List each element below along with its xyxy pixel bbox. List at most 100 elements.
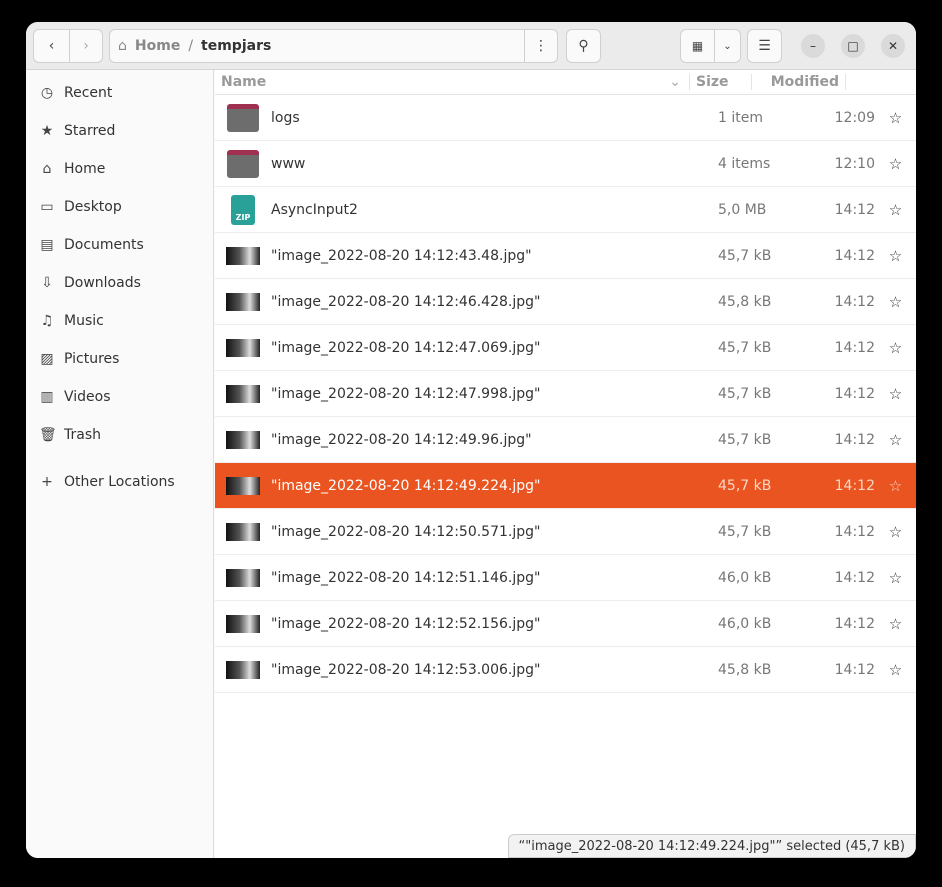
- file-size: 45,7 kB: [718, 477, 772, 494]
- sidebar-item-label: Starred: [64, 123, 116, 139]
- sidebar-item-label: Recent: [64, 85, 113, 101]
- file-modified: 14:12: [834, 523, 875, 540]
- forward-button[interactable]: ›: [69, 29, 103, 63]
- star-icon[interactable]: ☆: [875, 155, 916, 173]
- star-icon[interactable]: ☆: [875, 109, 916, 127]
- file-modified: 14:12: [834, 201, 875, 218]
- sidebar-item-downloads[interactable]: ⇩ Downloads: [26, 264, 213, 302]
- size-column-header[interactable]: Size: [690, 74, 752, 90]
- file-name: "image_2022-08-20 14:12:52.156.jpg": [271, 615, 541, 632]
- view-options-button[interactable]: ⌄: [714, 29, 741, 63]
- breadcrumb-separator: /: [188, 38, 194, 54]
- file-row[interactable]: "image_2022-08-20 14:12:46.428.jpg" 45,8 …: [215, 279, 916, 325]
- minimize-icon: –: [810, 39, 816, 53]
- star-icon[interactable]: ☆: [875, 385, 916, 403]
- file-name: "image_2022-08-20 14:12:53.006.jpg": [271, 661, 541, 678]
- sidebar-item-label: Documents: [64, 237, 144, 253]
- column-headers: Name ⌄ Size Modified: [215, 70, 916, 95]
- file-row[interactable]: "image_2022-08-20 14:12:47.069.jpg" 45,7 …: [215, 325, 916, 371]
- back-button[interactable]: ‹: [33, 29, 70, 63]
- document-icon: ▤: [40, 237, 54, 253]
- chevron-right-icon: ›: [83, 38, 89, 54]
- file-row[interactable]: "image_2022-08-20 14:12:47.998.jpg" 45,7 …: [215, 371, 916, 417]
- star-icon[interactable]: ☆: [875, 431, 916, 449]
- file-modified: 12:10: [834, 155, 875, 172]
- file-name: "image_2022-08-20 14:12:47.069.jpg": [271, 339, 541, 356]
- sidebar-item-trash[interactable]: 🗑 Trash: [26, 416, 213, 454]
- hamburger-icon: ☰: [758, 38, 771, 54]
- sidebar-item-desktop[interactable]: ▭ Desktop: [26, 188, 213, 226]
- file-size: 46,0 kB: [718, 615, 772, 632]
- home-icon: ⌂: [118, 38, 127, 54]
- file-modified: 14:12: [834, 247, 875, 264]
- image-thumbnail-icon: [226, 568, 260, 587]
- file-row[interactable]: logs 1 item 12:09 ☆: [215, 95, 916, 141]
- file-modified: 14:12: [834, 293, 875, 310]
- close-button[interactable]: ✕: [881, 34, 905, 58]
- breadcrumb-current[interactable]: tempjars: [201, 38, 271, 54]
- file-row[interactable]: "image_2022-08-20 14:12:50.571.jpg" 45,7 …: [215, 509, 916, 555]
- star-icon[interactable]: ☆: [875, 569, 916, 587]
- minimize-button[interactable]: –: [801, 34, 825, 58]
- breadcrumb-home[interactable]: Home: [135, 38, 180, 54]
- file-row[interactable]: "image_2022-08-20 14:12:52.156.jpg" 46,0 …: [215, 601, 916, 647]
- file-row[interactable]: "image_2022-08-20 14:12:53.006.jpg" 45,8 …: [215, 647, 916, 693]
- path-menu-button[interactable]: ⋮: [524, 29, 558, 63]
- name-column-header[interactable]: Name ⌄: [215, 74, 690, 90]
- file-row[interactable]: "image_2022-08-20 14:12:49.224.jpg" 45,7 …: [215, 463, 916, 509]
- image-thumbnail-icon: [226, 614, 260, 633]
- star-icon[interactable]: ☆: [875, 615, 916, 633]
- grid-view-button[interactable]: ▦: [680, 29, 715, 63]
- image-thumbnail-icon: [226, 246, 260, 265]
- file-size: 1 item: [718, 109, 763, 126]
- star-icon[interactable]: ☆: [875, 477, 916, 495]
- sidebar-item-pictures[interactable]: ▨ Pictures: [26, 340, 213, 378]
- file-row[interactable]: "image_2022-08-20 14:12:49.96.jpg" 45,7 k…: [215, 417, 916, 463]
- sidebar-item-label: Desktop: [64, 199, 122, 215]
- maximize-icon: □: [847, 39, 859, 53]
- sidebar-item-music[interactable]: ♫ Music: [26, 302, 213, 340]
- sidebar-item-label: Downloads: [64, 275, 141, 291]
- main-menu-button[interactable]: ☰: [747, 29, 782, 63]
- file-name: "image_2022-08-20 14:12:47.998.jpg": [271, 385, 541, 402]
- image-thumbnail-icon: [226, 660, 260, 679]
- sidebar-item-videos[interactable]: ▥ Videos: [26, 378, 213, 416]
- star-icon[interactable]: ☆: [875, 523, 916, 541]
- file-row[interactable]: "image_2022-08-20 14:12:43.48.jpg" 45,7 k…: [215, 233, 916, 279]
- file-name: AsyncInput2: [271, 201, 358, 218]
- star-icon[interactable]: ☆: [875, 247, 916, 265]
- sidebar-item-starred[interactable]: ★ Starred: [26, 112, 213, 150]
- sidebar-item-documents[interactable]: ▤ Documents: [26, 226, 213, 264]
- file-modified: 14:12: [834, 569, 875, 586]
- name-header-label: Name: [221, 74, 267, 90]
- star-icon[interactable]: ☆: [875, 293, 916, 311]
- trash-icon: 🗑: [39, 427, 57, 443]
- file-name: "image_2022-08-20 14:12:43.48.jpg": [271, 247, 532, 264]
- star-icon[interactable]: ☆: [875, 661, 916, 679]
- file-row[interactable]: ZIP AsyncInput2 5,0 MB 14:12 ☆: [215, 187, 916, 233]
- clock-icon: ◷: [40, 85, 54, 101]
- sidebar-item-home[interactable]: ⌂ Home: [26, 150, 213, 188]
- maximize-button[interactable]: □: [841, 34, 865, 58]
- modified-column-header[interactable]: Modified: [752, 74, 846, 90]
- close-icon: ✕: [887, 39, 899, 53]
- search-button[interactable]: ⚲: [566, 29, 601, 63]
- breadcrumb: ⌂ Home / tempjars: [109, 29, 525, 63]
- folder-icon: [227, 149, 259, 178]
- sidebar-item-recent[interactable]: ◷ Recent: [26, 74, 213, 112]
- star-icon[interactable]: ☆: [875, 339, 916, 357]
- selection-status: “"image_2022-08-20 14:12:49.224.jpg"” se…: [507, 834, 916, 858]
- file-row[interactable]: "image_2022-08-20 14:12:51.146.jpg" 46,0 …: [215, 555, 916, 601]
- file-name: "image_2022-08-20 14:12:49.96.jpg": [271, 431, 532, 448]
- image-thumbnail-icon: [226, 476, 260, 495]
- file-size: 5,0 MB: [718, 201, 767, 218]
- file-manager-window: ‹ › ⌂ Home / tempjars ⋮ ⚲ ▦ ⌄ ☰ – □ ✕ ◷ R…: [26, 22, 916, 858]
- plus-icon: +: [41, 474, 53, 490]
- download-icon: ⇩: [41, 275, 53, 291]
- sidebar-item-other-locations[interactable]: + Other Locations: [26, 463, 213, 501]
- star-icon[interactable]: ☆: [875, 201, 916, 219]
- image-thumbnail-icon: [226, 338, 260, 357]
- file-row[interactable]: www 4 items 12:10 ☆: [215, 141, 916, 187]
- more-vertical-icon: ⋮: [534, 38, 548, 54]
- image-thumbnail-icon: [226, 384, 260, 403]
